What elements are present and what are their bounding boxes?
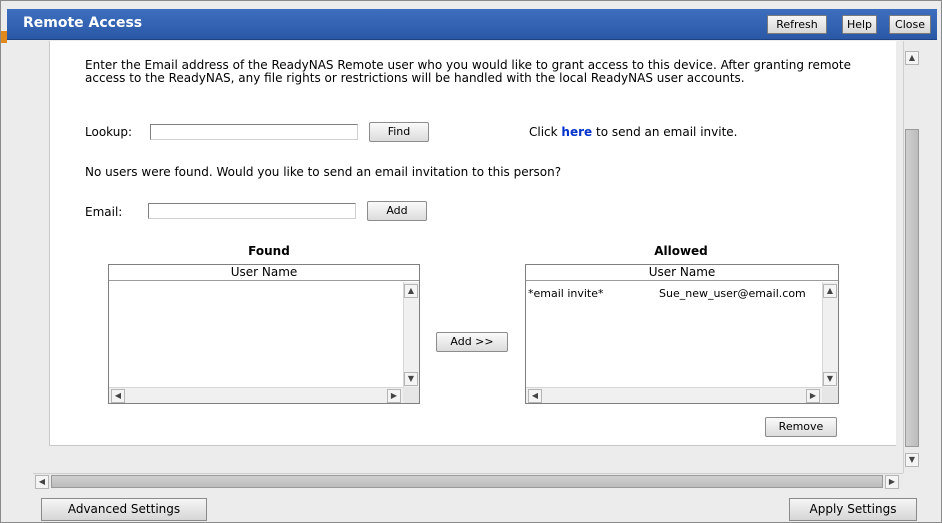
apply-settings-button[interactable]: Apply Settings xyxy=(789,498,917,521)
allowed-vertical-scrollbar[interactable]: ▲ ▼ xyxy=(822,282,838,388)
help-button[interactable]: Help xyxy=(842,15,877,34)
found-listbox[interactable]: User Name ▲ ▼ ◀ ▶ xyxy=(108,264,420,404)
scroll-up-icon[interactable]: ▲ xyxy=(905,51,919,65)
invite-prefix: Click xyxy=(529,125,562,139)
scroll-right-icon[interactable]: ▶ xyxy=(806,389,820,403)
allowed-title: Allowed xyxy=(654,244,708,258)
add-email-button[interactable]: Add xyxy=(367,201,427,221)
scroll-down-icon[interactable]: ▼ xyxy=(905,453,919,467)
scroll-right-icon[interactable]: ▶ xyxy=(885,475,899,489)
found-column-header: User Name xyxy=(109,265,419,281)
allowed-horizontal-scrollbar[interactable]: ◀ ▶ xyxy=(526,387,822,403)
main-vertical-scrollbar[interactable]: ▲ ▼ xyxy=(903,41,920,473)
remove-button[interactable]: Remove xyxy=(765,417,837,437)
scroll-down-icon[interactable]: ▼ xyxy=(404,372,418,386)
main-horizontal-thumb[interactable] xyxy=(51,475,883,488)
no-users-message: No users were found. Would you like to s… xyxy=(85,165,562,179)
title-bar: Remote Access Refresh Help Close xyxy=(7,9,937,40)
add-to-allowed-button[interactable]: Add >> xyxy=(436,332,508,352)
find-button[interactable]: Find xyxy=(369,122,429,142)
close-button[interactable]: Close xyxy=(889,15,931,34)
scroll-down-icon[interactable]: ▼ xyxy=(823,372,837,386)
lookup-label: Lookup: xyxy=(85,125,133,139)
allowed-scroll-corner xyxy=(822,387,838,403)
email-label: Email: xyxy=(85,205,123,219)
advanced-settings-button[interactable]: Advanced Settings xyxy=(41,498,207,521)
found-horizontal-scrollbar[interactable]: ◀ ▶ xyxy=(109,387,403,403)
found-scroll-corner xyxy=(403,387,419,403)
scroll-right-icon[interactable]: ▶ xyxy=(387,389,401,403)
refresh-button[interactable]: Refresh xyxy=(767,15,827,34)
intro-description: Enter the Email address of the ReadyNAS … xyxy=(85,58,851,85)
remote-access-window: Remote Access Refresh Help Close Enter t… xyxy=(0,0,942,523)
email-input[interactable] xyxy=(148,203,356,219)
lookup-input[interactable] xyxy=(150,124,358,140)
window-title: Remote Access xyxy=(23,15,143,31)
scroll-up-icon[interactable]: ▲ xyxy=(823,284,837,298)
scroll-left-icon[interactable]: ◀ xyxy=(528,389,542,403)
allowed-column-header: User Name xyxy=(526,265,838,281)
invite-here-link[interactable]: here xyxy=(561,125,592,139)
found-title: Found xyxy=(248,244,290,258)
main-horizontal-scrollbar[interactable]: ◀ ▶ xyxy=(33,473,903,489)
scroll-up-icon[interactable]: ▲ xyxy=(404,284,418,298)
found-vertical-scrollbar[interactable]: ▲ ▼ xyxy=(403,282,419,388)
scroll-left-icon[interactable]: ◀ xyxy=(35,475,49,489)
main-vertical-thumb[interactable] xyxy=(905,129,919,447)
invite-hint: Click here to send an email invite. xyxy=(529,125,737,139)
invite-suffix: to send an email invite. xyxy=(592,125,738,139)
allowed-listbox[interactable]: User Name *email invite* Sue_new_user@em… xyxy=(525,264,839,404)
allowed-item-user[interactable]: Sue_new_user@email.com xyxy=(659,287,806,300)
scroll-left-icon[interactable]: ◀ xyxy=(111,389,125,403)
allowed-item-type[interactable]: *email invite* xyxy=(528,287,604,300)
